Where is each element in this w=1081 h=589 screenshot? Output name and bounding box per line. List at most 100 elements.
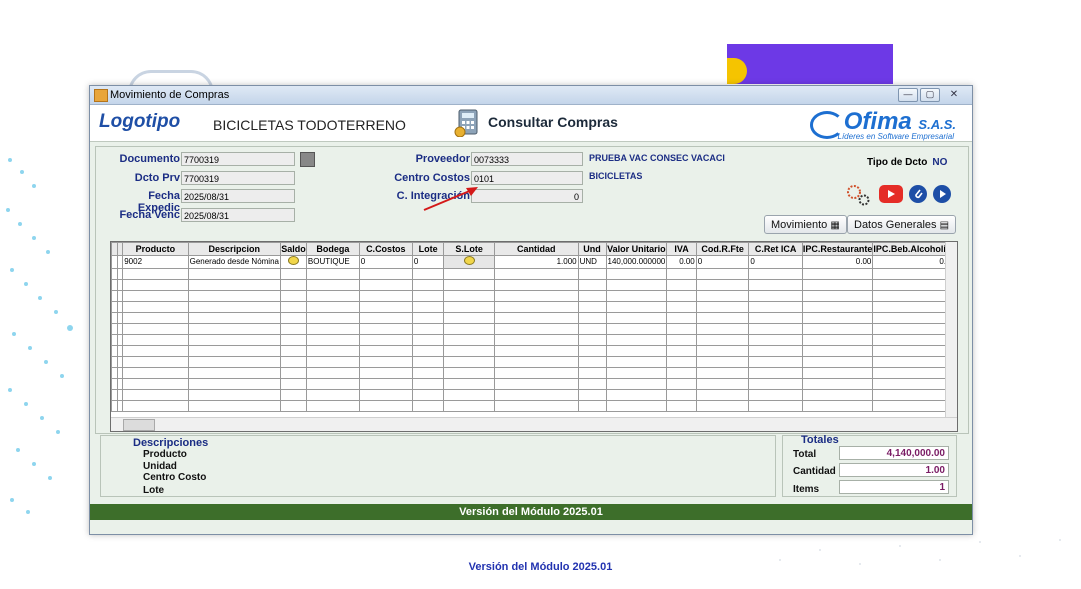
grid-cell[interactable]: [443, 378, 496, 390]
grid-cell[interactable]: [122, 356, 189, 368]
grid-cell[interactable]: [605, 323, 668, 335]
grid-cell[interactable]: [411, 290, 445, 302]
col-cret-ica[interactable]: C.Ret ICA: [748, 242, 803, 256]
grid-cell[interactable]: [358, 279, 413, 291]
grid-cell[interactable]: [748, 367, 803, 379]
grid-cell[interactable]: [748, 268, 803, 280]
grid-cell[interactable]: [801, 389, 874, 401]
grid-cell[interactable]: [872, 301, 957, 313]
grid-cell[interactable]: [748, 378, 803, 390]
magnifier-icon[interactable]: [463, 256, 475, 265]
grid-cell[interactable]: [187, 378, 281, 390]
grid-cell[interactable]: [748, 400, 803, 412]
grid-cell[interactable]: [187, 290, 281, 302]
grid-cell[interactable]: [577, 268, 607, 280]
grid-cell[interactable]: [605, 367, 668, 379]
grid-cell[interactable]: [187, 279, 281, 291]
grid-cell[interactable]: [358, 400, 413, 412]
grid-cell[interactable]: [411, 334, 445, 346]
grid-cell[interactable]: [666, 323, 697, 335]
grid-cell[interactable]: [666, 345, 697, 357]
grid-cell[interactable]: [872, 367, 957, 379]
documento-lookup-button[interactable]: [300, 152, 315, 167]
cell-ccostos[interactable]: 0: [358, 255, 413, 269]
grid-cell[interactable]: [666, 334, 697, 346]
grid-cell[interactable]: [187, 367, 281, 379]
play-icon[interactable]: [932, 184, 952, 204]
col-ipc-restaurante[interactable]: IPC.Restaurante: [801, 242, 874, 256]
grid-cell[interactable]: [187, 268, 281, 280]
grid-cell[interactable]: [666, 279, 697, 291]
proveedor-input[interactable]: 0073333: [471, 152, 583, 166]
col-ipc-beb-alcoholica[interactable]: IPC.Beb.Alcoholica: [872, 242, 957, 256]
grid-cell[interactable]: [872, 290, 957, 302]
grid-cell[interactable]: [443, 389, 496, 401]
grid-cell[interactable]: [187, 312, 281, 324]
table-row[interactable]: [111, 290, 957, 302]
movimiento-button[interactable]: Movimiento ▦: [764, 215, 847, 234]
grid-cell[interactable]: [279, 323, 307, 335]
grid-cell[interactable]: [666, 367, 697, 379]
grid-cell[interactable]: [695, 290, 750, 302]
col-saldo[interactable]: Saldo: [279, 242, 307, 256]
grid-cell[interactable]: [279, 367, 307, 379]
table-row[interactable]: [111, 301, 957, 313]
grid-cell[interactable]: [872, 334, 957, 346]
grid-cell[interactable]: [577, 334, 607, 346]
grid-cell[interactable]: [443, 301, 496, 313]
grid-cell[interactable]: [801, 334, 874, 346]
grid-cell[interactable]: [122, 345, 189, 357]
grid-cell[interactable]: [494, 312, 579, 324]
table-row[interactable]: [111, 367, 957, 379]
grid-cell[interactable]: [443, 356, 496, 368]
grid-cell[interactable]: [605, 400, 668, 412]
grid-cell[interactable]: [358, 334, 413, 346]
grid-cell[interactable]: [305, 312, 360, 324]
grid-cell[interactable]: [443, 279, 496, 291]
grid-cell[interactable]: [305, 400, 360, 412]
grid-cell[interactable]: [872, 312, 957, 324]
grid-cell[interactable]: [443, 312, 496, 324]
grid-cell[interactable]: [305, 389, 360, 401]
window-titlebar[interactable]: Movimiento de Compras — ▢ ✕: [90, 86, 972, 105]
grid-cell[interactable]: [305, 345, 360, 357]
grid-cell[interactable]: [279, 400, 307, 412]
grid-cell[interactable]: [801, 345, 874, 357]
table-row[interactable]: [111, 389, 957, 401]
grid-cell[interactable]: [411, 378, 445, 390]
grid-cell[interactable]: [187, 400, 281, 412]
grid-cell[interactable]: [801, 367, 874, 379]
grid-cell[interactable]: [695, 334, 750, 346]
col-cod-rfte[interactable]: Cod.R.Fte: [695, 242, 750, 256]
grid-cell[interactable]: [605, 290, 668, 302]
grid-cell[interactable]: [872, 323, 957, 335]
grid-cell[interactable]: [279, 389, 307, 401]
grid-cell[interactable]: [695, 389, 750, 401]
grid-cell[interactable]: [494, 279, 579, 291]
horizontal-scrollbar-thumb[interactable]: [123, 419, 155, 431]
col-bodega[interactable]: Bodega: [305, 242, 360, 256]
grid-cell[interactable]: [872, 378, 957, 390]
grid-cell[interactable]: [443, 345, 496, 357]
grid-cell[interactable]: [411, 323, 445, 335]
attachment-icon[interactable]: [908, 184, 928, 204]
grid-cell[interactable]: [122, 290, 189, 302]
grid-cell[interactable]: [605, 389, 668, 401]
table-row[interactable]: 9002 Generado desde Nómina BOUTIQUE 0 0 …: [111, 255, 957, 269]
grid-cell[interactable]: [122, 323, 189, 335]
close-button[interactable]: ✕: [942, 88, 966, 102]
grid-cell[interactable]: [279, 345, 307, 357]
grid-cell[interactable]: [443, 367, 496, 379]
grid-cell[interactable]: [358, 367, 413, 379]
grid-cell[interactable]: [748, 334, 803, 346]
grid-cell[interactable]: [801, 312, 874, 324]
cell-ipc-beb-alcoholica[interactable]: 0.00: [872, 255, 957, 269]
grid-cell[interactable]: [801, 301, 874, 313]
centro-costos-input[interactable]: 0101: [471, 171, 583, 185]
cell-und[interactable]: UND: [577, 255, 607, 269]
table-row[interactable]: [111, 378, 957, 390]
cell-iva[interactable]: 0.00: [666, 255, 697, 269]
grid-cell[interactable]: [279, 279, 307, 291]
grid-cell[interactable]: [748, 312, 803, 324]
magnifier-icon[interactable]: [287, 256, 299, 265]
